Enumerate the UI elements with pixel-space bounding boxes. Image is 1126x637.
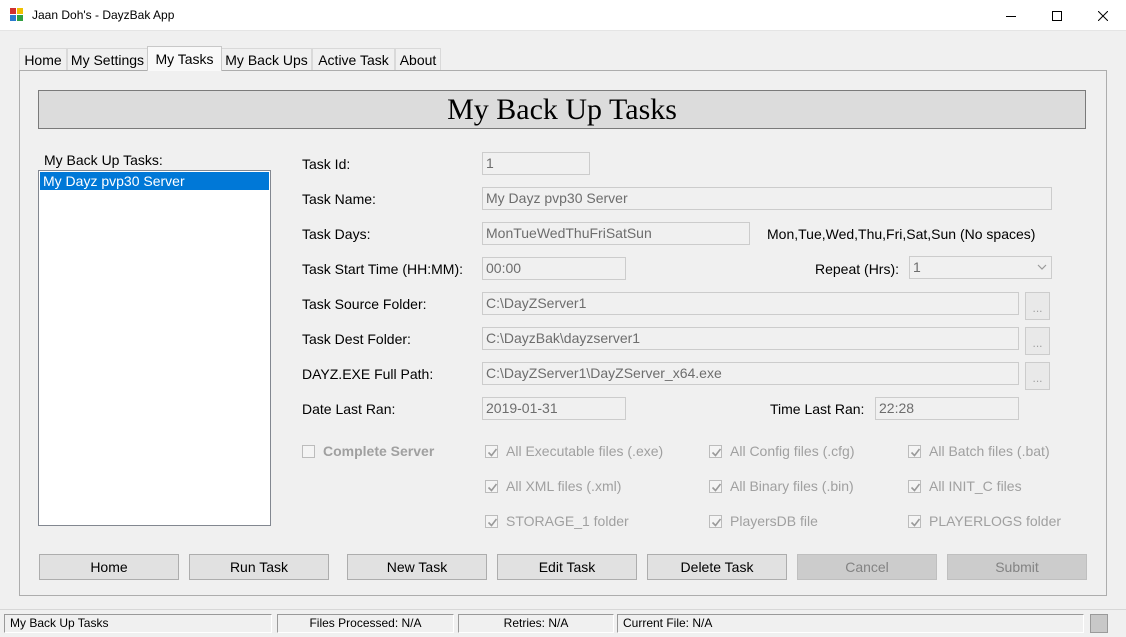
close-button[interactable] xyxy=(1080,0,1126,31)
close-icon xyxy=(1098,10,1108,21)
cancel-button[interactable]: Cancel xyxy=(797,554,937,580)
bat-files-checkbox[interactable]: All Batch files (.bat) xyxy=(908,443,1050,459)
init-c-files-checkbox[interactable]: All INIT_C files xyxy=(908,478,1022,494)
exe-path-label: DAYZ.EXE Full Path: xyxy=(302,366,434,382)
checkmark-icon xyxy=(908,479,921,493)
date-last-ran-label: Date Last Ran: xyxy=(302,401,396,417)
checkmark-icon xyxy=(908,444,921,458)
tab-my-settings[interactable]: My Settings xyxy=(67,48,148,70)
playersdb-file-checkbox[interactable]: PlayersDB file xyxy=(709,513,818,529)
checkmark-icon xyxy=(709,479,722,493)
current-file-status: Current File: N/A xyxy=(617,614,1084,633)
title-bar: Jaan Doh's - DayzBak App xyxy=(0,0,1126,31)
xml-files-checkbox[interactable]: All XML files (.xml) xyxy=(485,478,621,494)
start-time-label: Task Start Time (HH:MM): xyxy=(302,261,464,277)
tab-active-task[interactable]: Active Task xyxy=(312,48,395,70)
files-processed-status: Files Processed: N/A xyxy=(277,614,454,633)
page-title: My Back Up Tasks xyxy=(38,90,1086,129)
checkmark-icon xyxy=(485,479,498,493)
repeat-value: 1 xyxy=(913,259,921,275)
time-last-ran-field[interactable]: 22:28 xyxy=(875,397,1019,420)
cfg-files-checkbox[interactable]: All Config files (.cfg) xyxy=(709,443,854,459)
task-name-field[interactable]: My Dayz pvp30 Server xyxy=(482,187,1052,210)
exe-path-browse-button[interactable]: ... xyxy=(1025,362,1050,390)
dest-folder-field[interactable]: C:\DayzBak\dayzserver1 xyxy=(482,327,1019,350)
run-task-button[interactable]: Run Task xyxy=(189,554,329,580)
start-time-field[interactable]: 00:00 xyxy=(482,257,626,280)
status-text: My Back Up Tasks xyxy=(4,614,272,633)
checkmark-icon xyxy=(485,514,498,528)
repeat-select[interactable]: 1 xyxy=(909,256,1052,279)
time-last-ran-label: Time Last Ran: xyxy=(770,401,865,417)
date-last-ran-field[interactable]: 2019-01-31 xyxy=(482,397,626,420)
task-list[interactable]: My Dayz pvp30 Server xyxy=(38,170,271,526)
submit-button[interactable]: Submit xyxy=(947,554,1087,580)
task-name-label: Task Name: xyxy=(302,191,376,207)
task-list-label: My Back Up Tasks: xyxy=(44,152,163,168)
maximize-button[interactable] xyxy=(1034,0,1080,31)
checkmark-icon xyxy=(709,514,722,528)
task-days-hint: Mon,Tue,Wed,Thu,Fri,Sat,Sun (No spaces) xyxy=(767,226,1036,242)
status-bar: My Back Up Tasks Files Processed: N/A Re… xyxy=(0,609,1126,637)
dest-folder-browse-button[interactable]: ... xyxy=(1025,327,1050,355)
exe-files-checkbox[interactable]: All Executable files (.exe) xyxy=(485,443,663,459)
source-folder-field[interactable]: C:\DayZServer1 xyxy=(482,292,1019,315)
task-id-label: Task Id: xyxy=(302,156,351,172)
retries-status: Retries: N/A xyxy=(458,614,614,633)
source-folder-browse-button[interactable]: ... xyxy=(1025,292,1050,320)
tab-my-tasks[interactable]: My Tasks xyxy=(147,46,222,71)
resize-grip-icon[interactable] xyxy=(1090,614,1108,633)
chevron-down-icon xyxy=(1037,264,1047,270)
tab-my-back-ups[interactable]: My Back Ups xyxy=(221,48,312,70)
list-item[interactable]: My Dayz pvp30 Server xyxy=(40,172,269,190)
playerlogs-folder-checkbox[interactable]: PLAYERLOGS folder xyxy=(908,513,1061,529)
app-grid-icon[interactable] xyxy=(10,8,24,22)
bin-files-checkbox[interactable]: All Binary files (.bin) xyxy=(709,478,854,494)
checkmark-icon xyxy=(709,444,722,458)
new-task-button[interactable]: New Task xyxy=(347,554,487,580)
repeat-label: Repeat (Hrs): xyxy=(815,261,900,277)
dest-folder-label: Task Dest Folder: xyxy=(302,331,411,347)
checkmark-icon xyxy=(908,514,921,528)
minimize-icon xyxy=(1006,15,1016,17)
minimize-button[interactable] xyxy=(988,0,1034,31)
delete-task-button[interactable]: Delete Task xyxy=(647,554,787,580)
source-folder-label: Task Source Folder: xyxy=(302,296,427,312)
checkmark-icon xyxy=(485,444,498,458)
edit-task-button[interactable]: Edit Task xyxy=(497,554,637,580)
maximize-icon xyxy=(1052,10,1062,21)
checkbox-empty-icon xyxy=(302,444,315,458)
home-button[interactable]: Home xyxy=(39,554,179,580)
storage-folder-checkbox[interactable]: STORAGE_1 folder xyxy=(485,513,629,529)
complete-server-checkbox[interactable]: Complete Server xyxy=(302,443,434,459)
task-id-field[interactable]: 1 xyxy=(482,152,590,175)
tab-home[interactable]: Home xyxy=(19,48,67,70)
exe-path-field[interactable]: C:\DayZServer1\DayZServer_x64.exe xyxy=(482,362,1019,385)
task-days-field[interactable]: MonTueWedThuFriSatSun xyxy=(482,222,750,245)
task-days-label: Task Days: xyxy=(302,226,371,242)
tab-about[interactable]: About xyxy=(395,48,441,70)
window-title: Jaan Doh's - DayzBak App xyxy=(32,8,175,22)
